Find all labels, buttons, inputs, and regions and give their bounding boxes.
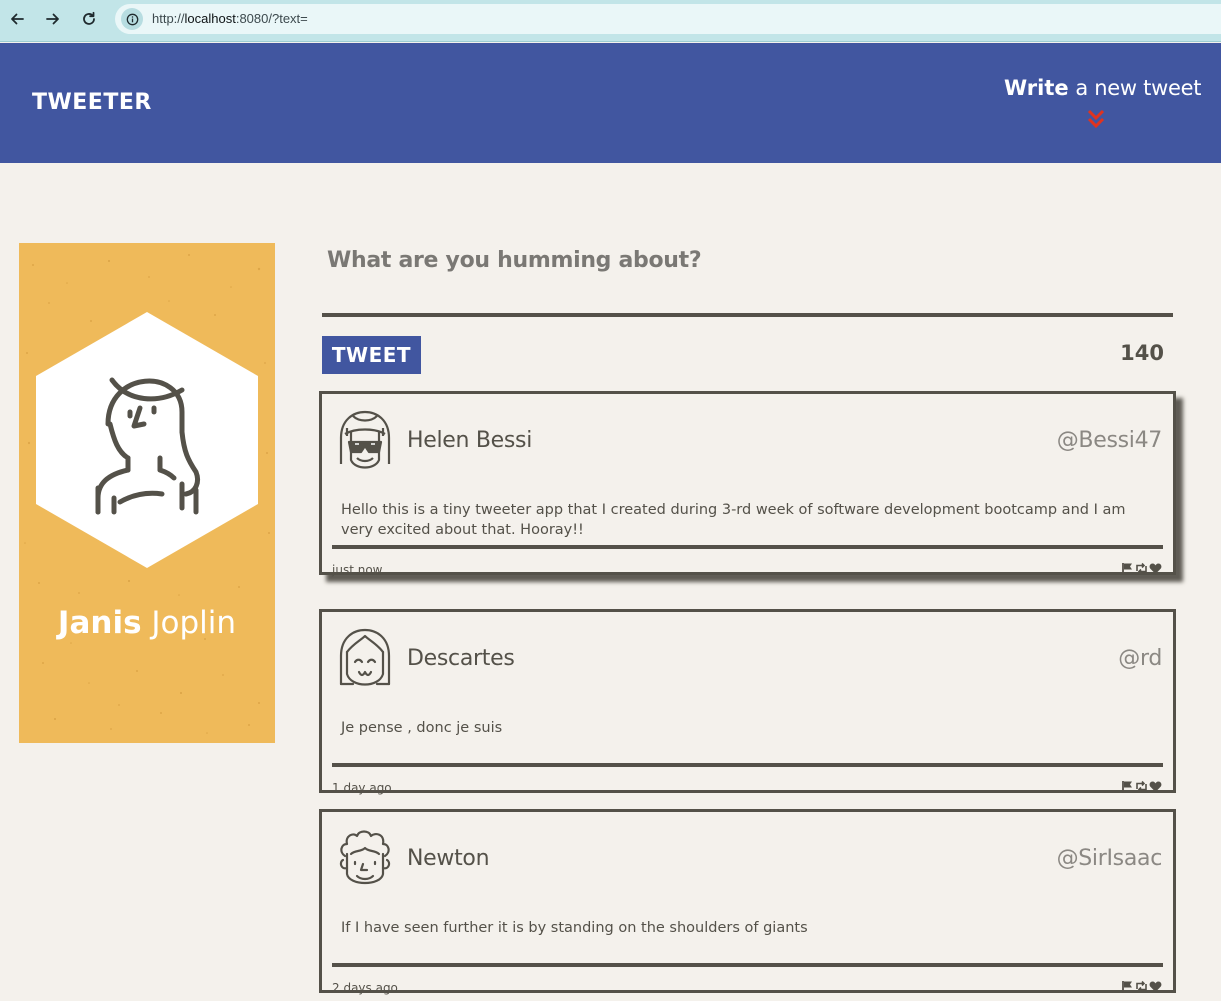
reload-icon[interactable] xyxy=(78,8,100,30)
profile-avatar xyxy=(36,312,258,568)
flag-icon[interactable] xyxy=(1121,562,1134,575)
address-bar[interactable]: http://localhost:8080/?text= xyxy=(115,4,1221,34)
browser-toolbar: http://localhost:8080/?text= xyxy=(0,0,1221,42)
tweet-author-name: Descartes xyxy=(407,646,515,671)
tweet-author-handle: @Bessi47 xyxy=(1056,428,1163,453)
write-label: Write xyxy=(1004,76,1069,100)
tweet-author-handle: @rd xyxy=(1118,646,1162,671)
tweet-divider xyxy=(332,545,1163,549)
tweet-timestamp: 2 days ago xyxy=(332,981,398,995)
profile-card: Janis Joplin xyxy=(19,243,275,743)
tweet-actions xyxy=(1121,562,1162,575)
tweet-author-handle: @SirIsaac xyxy=(1056,846,1163,871)
tweet-author-name: Newton xyxy=(407,846,490,871)
heart-icon[interactable] xyxy=(1149,780,1162,793)
flag-icon[interactable] xyxy=(1121,980,1134,993)
tweet-button[interactable]: TWEET xyxy=(322,336,421,374)
tweet-textarea[interactable]: What are you humming about? xyxy=(327,248,702,273)
double-chevron-down-icon[interactable] xyxy=(1086,109,1106,129)
tweet-divider xyxy=(332,763,1163,767)
tweet-card: Descartes @rd Je pense , donc je suis 1 … xyxy=(319,609,1176,795)
app-header: TWEETER Write a new tweet xyxy=(0,43,1221,163)
tweet-card: Helen Bessi @Bessi47 Hello this is a tin… xyxy=(319,391,1176,577)
smiling-girl-icon xyxy=(339,628,391,686)
tweet-actions xyxy=(1121,780,1162,793)
tweet-author-name: Helen Bessi xyxy=(407,428,533,453)
tweet-text: If I have seen further it is by standing… xyxy=(341,920,808,936)
tweet-divider xyxy=(332,963,1163,967)
retweet-icon[interactable] xyxy=(1135,780,1148,793)
app-logo[interactable]: TWEETER xyxy=(32,90,152,115)
composer-underline xyxy=(322,313,1173,317)
flag-icon[interactable] xyxy=(1121,780,1134,793)
retweet-icon[interactable] xyxy=(1135,562,1148,575)
profile-last-name: Joplin xyxy=(151,605,237,641)
write-label-rest: a new tweet xyxy=(1075,76,1202,100)
tweet-actions xyxy=(1121,980,1162,993)
tweet-text: Je pense , donc je suis xyxy=(341,720,503,736)
profile-first-name: Janis xyxy=(57,605,142,641)
tweet-timestamp: just now xyxy=(332,563,383,577)
char-counter: 140 xyxy=(1120,341,1164,365)
heart-icon[interactable] xyxy=(1149,980,1162,993)
retweet-icon[interactable] xyxy=(1135,980,1148,993)
curly-hair-man-icon xyxy=(339,830,391,885)
profile-name: Janis Joplin xyxy=(19,605,275,641)
heart-icon[interactable] xyxy=(1149,562,1162,575)
tweet-text: Hello this is a tiny tweeter app that I … xyxy=(341,502,1126,538)
url-text: http://localhost:8080/?text= xyxy=(152,11,308,26)
girl-glasses-icon xyxy=(339,410,391,469)
site-info-icon[interactable] xyxy=(121,8,143,30)
tweet-timestamp: 1 day ago xyxy=(332,781,392,795)
tweet-card: Newton @SirIsaac If I have seen further … xyxy=(319,809,1176,995)
forward-arrow-icon[interactable] xyxy=(42,8,64,30)
write-tweet-toggle[interactable]: Write a new tweet xyxy=(1004,76,1201,129)
back-arrow-icon[interactable] xyxy=(6,8,28,30)
